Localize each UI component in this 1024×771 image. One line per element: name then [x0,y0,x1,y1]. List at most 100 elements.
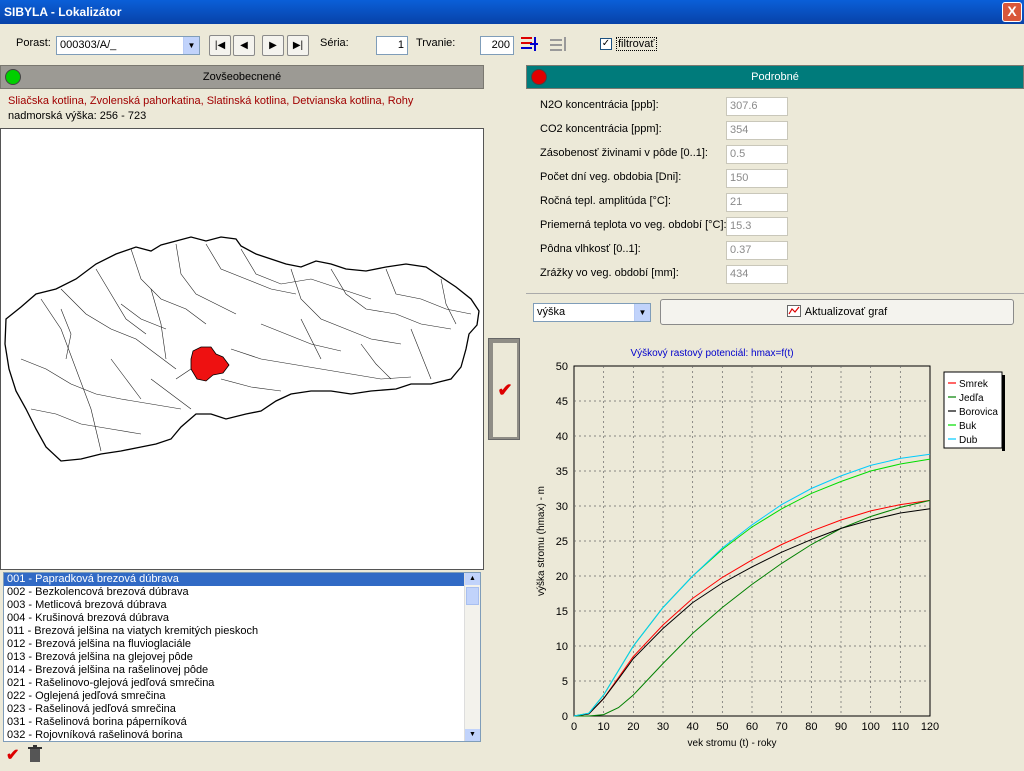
param-value-field[interactable]: 0.5 [726,145,788,164]
legend-shadow [1002,375,1005,451]
chart-title: Výškový rastový potenciál: hmax=f(t) [630,348,793,359]
window-title: SIBYLA - Lokalizátor [4,5,122,19]
param-value-field[interactable]: 0.37 [726,241,788,260]
slovakia-map[interactable] [0,128,484,570]
prev-record-button[interactable]: ◀ [233,35,255,56]
graph-type-value: výška [537,306,566,318]
list-item[interactable]: 022 - Oglejená jedľová smrečina [4,690,480,703]
param-label: Pôdna vlhkosť [0..1]: [540,243,641,255]
y-tick-label: 35 [556,466,568,478]
regions-text: Sliačska kotlina, Zvolenská pahorkatina,… [8,95,414,107]
param-label: CO2 koncentrácia [ppm]: [540,123,662,135]
chart-svg: 0 10 20 30 40 50 60 70 80 90 100 110 120 0 5 10 15 20 25 30… [536,348,1005,749]
x-tick-label: 60 [746,721,758,733]
list-item[interactable]: 032 - Rojovníková rašelinová borina [4,729,480,741]
param-label: Priemerná teplota vo veg. období [°C]: [540,219,727,231]
update-graph-label: Aktualizovať graf [804,306,888,318]
param-label: Zrážky vo veg. období [mm]: [540,267,679,279]
param-value-field[interactable]: 434 [726,265,788,284]
apply-button[interactable]: ✔ [488,338,520,440]
add-series-icon[interactable] [520,34,542,56]
close-icon: X [1007,3,1017,19]
legend-label: Buk [959,421,977,432]
list-item[interactable]: 003 - Metlicová brezová dúbrava [4,599,480,612]
list-item[interactable]: 012 - Brezová jelšina na fluvioglaciále [4,638,480,651]
x-tick-label: 40 [687,721,699,733]
param-value-field[interactable]: 150 [726,169,788,188]
list-item[interactable]: 002 - Bezkolencová brezová dúbrava [4,586,480,599]
graph-type-select[interactable]: výška ▼ [533,303,651,322]
param-label: Zásobenosť živinami v pôde [0..1]: [540,147,708,159]
first-icon: |◀ [214,40,226,51]
forest-type-list[interactable]: 001 - Papradková brezová dúbrava 002 - Be… [3,572,481,742]
filtrovat-checkbox[interactable]: ✓ [600,38,612,50]
last-icon: ▶| [292,40,304,51]
scroll-up-icon[interactable]: ▲ [465,573,480,585]
legend-label: Smrek [959,379,989,390]
next-record-button[interactable]: ▶ [262,35,284,56]
x-tick-label: 80 [805,721,817,733]
y-tick-label: 30 [556,501,568,513]
list-item[interactable]: 014 - Brezová jelšina na rašelinovej pôd… [4,664,480,677]
list-item[interactable]: 004 - Krušinová brezová dúbrava [4,612,480,625]
update-graph-button[interactable]: Aktualizovať graf [660,299,1014,325]
right-panel-header: Podrobné [526,65,1024,89]
remove-series-icon[interactable] [548,34,570,56]
list-item[interactable]: 011 - Brezová jelšina na viatych kremitý… [4,625,480,638]
close-button[interactable]: X [1002,2,1022,22]
list-item[interactable]: 013 - Brezová jelšina na glejovej pôde [4,651,480,664]
legend-label: Borovica [959,407,998,418]
y-tick-label: 25 [556,536,568,548]
list-item[interactable]: 023 - Rašelinová jedľová smrečina [4,703,480,716]
toolbar: Porast: 000303/A/_ ▼ |◀ ◀ ▶ ▶| Séria: 1 … [0,24,1024,64]
y-tick-label: 20 [556,571,568,583]
chart-icon [786,305,801,317]
status-green-icon [5,69,21,85]
trash-icon[interactable] [26,745,44,763]
list-item[interactable]: 021 - Rašelinovo-glejová jedľová smrečin… [4,677,480,690]
x-tick-label: 30 [657,721,669,733]
scroll-down-icon[interactable]: ▼ [465,729,480,741]
param-label: Ročná tepl. amplitúda [°C]: [540,195,671,207]
last-record-button[interactable]: ▶| [287,35,309,56]
param-label: N2O koncentrácia [ppb]: [540,99,659,111]
trvanie-input[interactable]: 200 [480,36,514,55]
altitude-text: nadmorská výška: 256 - 723 [8,110,147,122]
left-panel-header: Zovšeobecnené [0,65,484,89]
title-bar: SIBYLA - Lokalizátor X [0,0,1024,24]
scroll-thumb[interactable] [466,587,479,605]
next-icon: ▶ [269,40,277,51]
y-axis-label: výška stromu (hmax) - m [536,486,547,596]
param-value-field[interactable]: 354 [726,121,788,140]
param-value-field[interactable]: 307.6 [726,97,788,116]
map-svg [4,236,480,462]
divider [526,293,1024,294]
x-tick-label: 50 [716,721,728,733]
y-tick-label: 15 [556,606,568,618]
legend-label: Dub [959,435,978,446]
param-value-field[interactable]: 21 [726,193,788,212]
chart-area: 0 10 20 30 40 50 60 70 80 90 100 110 120 0 5 10 15 20 25 30… [526,330,1024,768]
first-record-button[interactable]: |◀ [209,35,231,56]
trvanie-label: Trvanie: [416,37,456,49]
param-label: Počet dní veg. obdobia [Dni]: [540,171,682,183]
list-item[interactable]: 031 - Rašelinová borina páperníková [4,716,480,729]
porast-combobox[interactable]: 000303/A/_ ▼ [56,36,200,55]
y-tick-label: 50 [556,361,568,373]
chevron-down-icon[interactable]: ▼ [183,37,199,54]
porast-value: 000303/A/_ [60,39,117,51]
y-tick-label: 10 [556,641,568,653]
confirm-checkmark-icon[interactable]: ✔ [6,745,24,764]
x-tick-label: 90 [835,721,847,733]
seria-input[interactable]: 1 [376,36,408,55]
right-panel-title: Podrobné [751,71,799,83]
x-tick-label: 0 [571,721,577,733]
list-item[interactable]: 001 - Papradková brezová dúbrava [4,573,480,586]
apply-checkmark-icon: ✔ [493,343,517,437]
list-scrollbar[interactable]: ▲ ▼ [464,573,480,741]
porast-label: Porast: [16,37,51,49]
prev-icon: ◀ [240,40,248,51]
param-value-field[interactable]: 15.3 [726,217,788,236]
filtrovat-label[interactable]: filtrovať [616,37,657,51]
chevron-down-icon[interactable]: ▼ [634,304,650,321]
